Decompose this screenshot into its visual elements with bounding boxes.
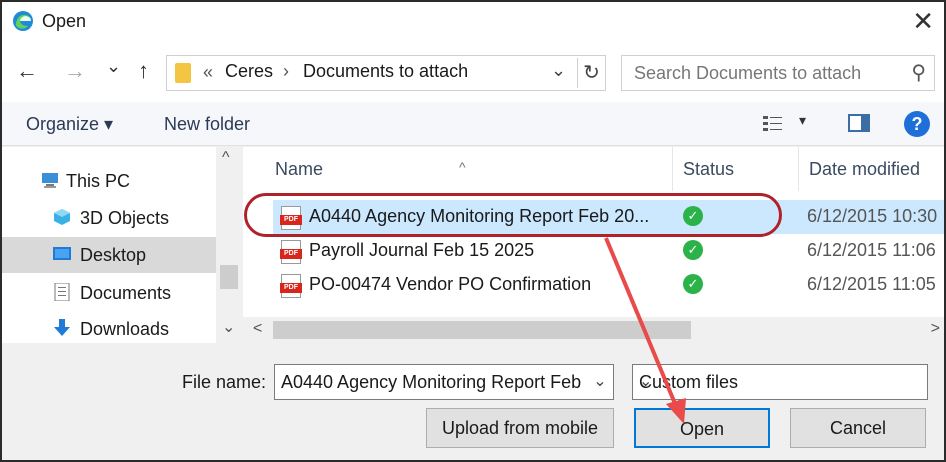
sidebar-item-label: Documents [80,283,172,303]
up-button[interactable]: ↑ [138,58,149,84]
pdf-file-icon: PDF [280,240,302,264]
file-type-select[interactable]: Custom files ⌄ [632,364,928,400]
breadcrumb-separator: › [283,61,289,81]
column-header-date-modified[interactable]: Date modified [799,147,944,191]
column-status-label: Status [683,159,735,179]
file-date: 6/12/2015 11:06 [807,240,936,260]
dialog-footer: File name: A0440 Agency Monitoring Repor… [2,344,944,460]
file-name-label: File name: [182,372,267,392]
view-dropdown-icon[interactable]: ▾ [799,112,806,129]
breadcrumb-ceres[interactable]: Ceres [225,61,273,82]
annotation-highlight-oval [244,193,782,237]
sidebar-item-label: Desktop [80,245,147,265]
help-icon[interactable]: ? [904,111,930,137]
view-options-icon[interactable] [762,114,784,134]
search-input[interactable]: Search Documents to attach ⚲ [621,55,935,91]
search-placeholder: Search Documents to attach [634,63,862,83]
column-date-label: Date modified [809,159,921,179]
file-list-hscrollbar[interactable]: < > [243,317,944,343]
search-icon[interactable]: ⚲ [911,60,926,85]
file-name: Payroll Journal Feb 15 2025 [309,240,535,260]
command-toolbar: Organize ▾ New folder ▾ ? [2,102,944,146]
file-list: Name ^ Status Date modified PDF A0440 Ag… [243,147,944,343]
sidebar-item-label: This PC [66,171,131,191]
scroll-down-icon[interactable]: ⌄ [222,317,235,337]
organize-menu[interactable]: Organize ▾ [26,114,113,135]
cancel-button[interactable]: Cancel [790,408,926,448]
cube-icon [54,209,70,225]
back-button[interactable]: ← [16,58,38,84]
breadcrumb-documents-to-attach[interactable]: Documents to attach [303,61,468,82]
upload-from-mobile-button[interactable]: Upload from mobile [426,408,614,448]
title-bar: Open ✕ [2,2,944,42]
file-date: 6/12/2015 11:05 [807,274,936,294]
open-dialog: Open ✕ ← → ⌄ ↑ « Ceres › Documents to at… [0,0,946,462]
sidebar-item-desktop[interactable]: Desktop [2,237,216,273]
folder-icon [175,63,191,83]
pdf-label: PDF [280,249,302,259]
sidebar-item-downloads[interactable]: Downloads [2,311,216,347]
close-button[interactable]: ✕ [912,6,934,36]
address-bar[interactable]: « Ceres › Documents to attach ⌄ ↻ [166,55,606,91]
recent-locations-button[interactable]: ⌄ [106,56,121,77]
sidebar-item-label: Downloads [80,319,170,339]
column-header-name[interactable]: Name ^ [243,147,673,191]
preview-pane-icon[interactable] [848,114,870,132]
file-row[interactable]: PDF Payroll Journal Feb 15 2025 ✓ 6/12/2… [273,234,944,268]
sort-ascending-icon: ^ [459,159,466,175]
scroll-left-icon[interactable]: < [253,320,262,338]
scroll-thumb[interactable] [273,321,691,339]
file-row[interactable]: PDF PO-00474 Vendor PO Confirmation ✓ 6/… [273,268,944,302]
sidebar-item-this-pc[interactable]: This PC [2,163,216,199]
desktop-icon [53,247,71,260]
navigation-bar: ← → ⌄ ↑ « Ceres › Documents to attach ⌄ … [2,42,944,102]
forward-button[interactable]: → [64,58,86,84]
column-name-label: Name [275,159,324,179]
new-folder-button[interactable]: New folder [164,114,250,135]
sidebar-scrollbar[interactable]: ^ ⌄ [216,147,242,343]
computer-icon [42,173,58,188]
sidebar-item-documents[interactable]: Documents [2,275,216,311]
sync-ok-icon: ✓ [683,240,703,260]
download-icon [54,319,70,336]
sidebar-item-label: 3D Objects [80,208,170,228]
file-name-value: A0440 Agency Monitoring Report Feb [281,372,582,392]
scroll-up-icon[interactable]: ^ [222,149,230,167]
refresh-button[interactable]: ↻ [577,58,605,88]
file-name-input[interactable]: A0440 Agency Monitoring Report Feb ⌄ [274,364,614,400]
file-date: 6/12/2015 10:30 [807,206,938,226]
pdf-file-icon: PDF [280,274,302,298]
address-dropdown-icon[interactable]: ⌄ [551,60,566,81]
sidebar-item-3d-objects[interactable]: 3D Objects [2,200,216,236]
sync-ok-icon: ✓ [683,274,703,294]
navigation-pane: This PC 3D Objects Desktop Documents Dow… [2,147,242,343]
file-type-dropdown-icon[interactable]: ⌄ [639,371,921,391]
file-name-dropdown-icon[interactable]: ⌄ [587,365,613,399]
pdf-label: PDF [280,283,302,293]
file-name: PO-00474 Vendor PO Confirmation [309,274,592,294]
scroll-thumb[interactable] [220,265,238,289]
breadcrumb-overflow[interactable]: « [203,62,213,83]
document-icon [54,283,70,301]
window-title: Open [42,11,87,31]
column-header-status[interactable]: Status [673,147,799,191]
open-button[interactable]: Open [634,408,770,448]
scroll-right-icon[interactable]: > [931,320,940,338]
edge-browser-icon [13,11,33,31]
